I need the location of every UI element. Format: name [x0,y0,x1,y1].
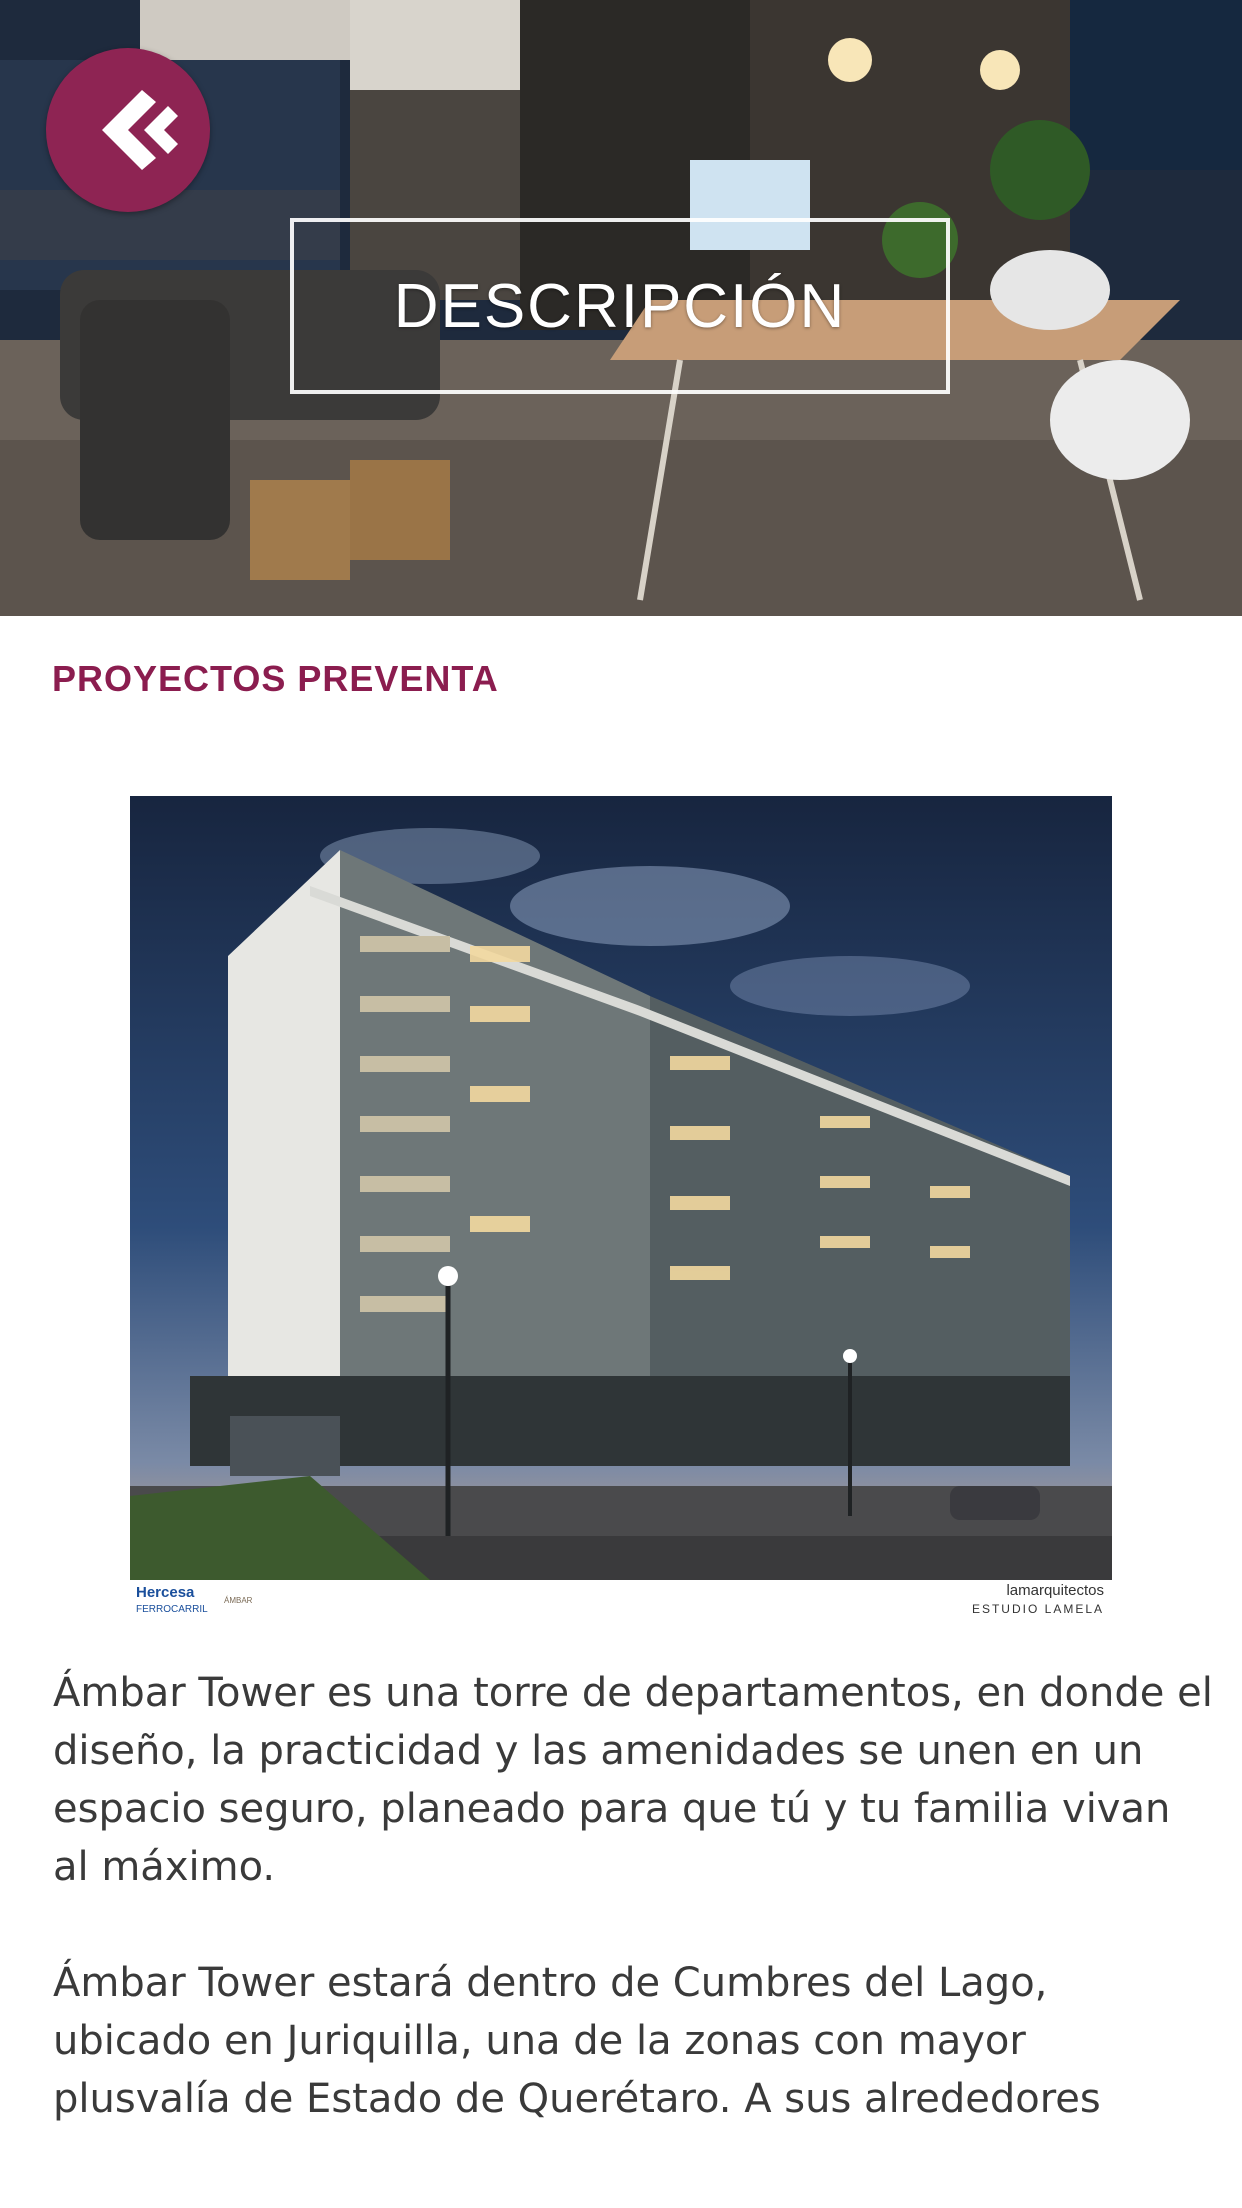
lamarquitectos-logo-text: lamarquitectos [1006,1582,1104,1599]
description-paragraph: Ámbar Tower es una torre de departamento… [53,1670,1213,1890]
hercesa-logo-text: Hercesa [136,1584,195,1601]
tower-rendering-image [130,796,1112,1622]
ambar-logo-text: ÁMBAR [224,1596,253,1605]
hero-banner: DESCRIPCIÓN [0,0,1242,616]
description-paragraph: Ámbar Tower estará dentro de Cumbres del… [53,1960,1101,2122]
back-button[interactable] [46,48,210,212]
double-chevron-left-icon [102,90,178,170]
project-description: Ámbar Tower es una torre de departamento… [53,1664,1213,2134]
estudio-lamela-logo-text: ESTUDIO LAMELA [971,1602,1104,1616]
ferrocarril-logo-text: FERROCARRIL [136,1604,208,1615]
page-title: DESCRIPCIÓN [393,271,847,341]
hero-title-frame: DESCRIPCIÓN [290,218,950,394]
section-heading: PROYECTOS PREVENTA [52,658,499,699]
project-rendering: Hercesa FERROCARRIL ÁMBAR lamarquitectos… [130,796,1112,1622]
